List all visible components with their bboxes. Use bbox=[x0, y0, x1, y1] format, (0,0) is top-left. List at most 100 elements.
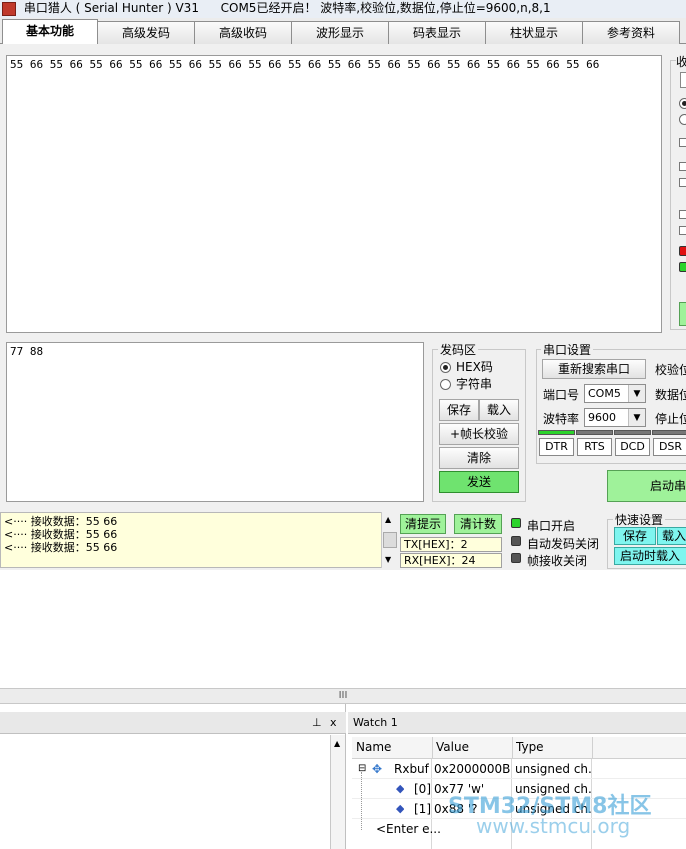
log-area[interactable]: <···· 接收数据：55 66 <···· 接收数据：55 66 <···· … bbox=[0, 512, 382, 568]
string-radio-label: 字符串 bbox=[456, 377, 493, 391]
rx-counter: RX[HEX]：24 bbox=[400, 553, 502, 568]
tab-bar-display[interactable]: 柱状显示 bbox=[485, 21, 583, 44]
receive-textarea[interactable]: 55 66 55 66 55 66 55 66 55 66 55 66 55 6… bbox=[6, 55, 662, 333]
rts-indicator bbox=[576, 430, 613, 435]
dsr-indicator bbox=[652, 430, 686, 435]
quick-settings-title: 快速设置 bbox=[613, 511, 666, 528]
tab-basic[interactable]: 基本功能 bbox=[2, 19, 98, 45]
load-on-start-button[interactable]: 启动时载入 bbox=[614, 547, 686, 565]
receive-checkbox-2[interactable] bbox=[679, 162, 686, 171]
baud-label: 波特率 bbox=[543, 412, 580, 426]
send-textarea[interactable]: 77 88 bbox=[6, 342, 424, 502]
dtr-button[interactable]: DTR bbox=[539, 438, 574, 456]
hex-radio-label: HEX码 bbox=[456, 360, 493, 374]
quick-load-button[interactable]: 载入 bbox=[657, 527, 686, 545]
pin-icon[interactable]: ⊥ bbox=[312, 712, 322, 734]
close-icon[interactable]: x bbox=[330, 712, 337, 734]
watch-grid-header: Name Value Type bbox=[352, 737, 686, 759]
element-icon: ◆ bbox=[396, 782, 405, 795]
string-radio-icon bbox=[440, 379, 451, 390]
watch-name: Rxbuf bbox=[394, 762, 429, 776]
clear-count-button[interactable]: 清计数 bbox=[454, 514, 502, 534]
green-led-icon bbox=[679, 262, 686, 272]
scroll-thumb[interactable] bbox=[383, 532, 397, 548]
tx-value: 2 bbox=[460, 538, 468, 551]
port-select[interactable]: COM5 ▼ bbox=[584, 384, 646, 403]
watch-name: [0] bbox=[414, 782, 431, 796]
clear-send-button[interactable]: 清除 bbox=[439, 447, 519, 469]
send-save-button[interactable]: 保存 bbox=[439, 399, 479, 421]
frame-recv-led-icon bbox=[511, 553, 521, 563]
rx-value: 24 bbox=[461, 554, 476, 567]
hex-radio[interactable]: HEX码 bbox=[440, 358, 493, 375]
title-bar: 串口猎人 ( Serial Hunter ) V31 COM5已经开启！ 波特率… bbox=[0, 0, 686, 18]
left-pane-scrollbar[interactable]: ▲ bbox=[330, 735, 345, 849]
receive-radio-1[interactable] bbox=[679, 96, 686, 110]
receive-checkbox-4[interactable] bbox=[679, 210, 686, 219]
chevron-down-icon: ▼ bbox=[628, 409, 645, 426]
log-scrollbar[interactable]: ▲ ▼ bbox=[381, 512, 397, 568]
auto-send-status: 自动发码关闭 bbox=[527, 537, 600, 551]
log-line: <···· 接收数据：55 66 bbox=[4, 541, 118, 554]
stopbits-label: 停止位 bbox=[655, 412, 686, 426]
port-select-value: COM5 bbox=[588, 387, 621, 400]
column-name[interactable]: Name bbox=[356, 738, 391, 756]
send-content: 77 88 bbox=[10, 345, 44, 358]
splitter-grip-icon: III bbox=[338, 690, 348, 701]
element-icon: ◆ bbox=[396, 802, 405, 815]
window-title: 串口猎人 ( Serial Hunter ) V31 bbox=[23, 1, 199, 15]
watch-title: Watch 1 bbox=[353, 716, 398, 729]
column-type[interactable]: Type bbox=[516, 738, 544, 756]
dcd-indicator bbox=[614, 430, 651, 435]
quick-save-button[interactable]: 保存 bbox=[614, 527, 656, 545]
receive-checkbox-5[interactable] bbox=[679, 226, 686, 235]
column-value[interactable]: Value bbox=[436, 738, 469, 756]
tab-advanced-send[interactable]: 高级发码 bbox=[97, 21, 195, 44]
tx-label: TX[HEX]： bbox=[404, 538, 461, 551]
watch-name: [1] bbox=[414, 802, 431, 816]
connection-status: COM5已经开启！ 波特率,校验位,数据位,停止位=9600,n,8,1 bbox=[220, 1, 551, 15]
tx-counter: TX[HEX]：2 bbox=[400, 537, 502, 552]
send-button[interactable]: 发送 bbox=[439, 471, 519, 493]
scroll-down-icon[interactable]: ▼ bbox=[385, 555, 391, 564]
clear-tips-button[interactable]: 清提示 bbox=[400, 514, 446, 534]
dcd-label: DCD bbox=[615, 438, 650, 456]
rx-label: RX[HEX]： bbox=[404, 554, 462, 567]
red-led-icon bbox=[679, 246, 686, 256]
watch-value[interactable]: 0x2000000B ... bbox=[434, 760, 510, 778]
dsr-label: DSR bbox=[653, 438, 686, 456]
receive-option-box[interactable] bbox=[680, 72, 686, 88]
watch-row[interactable]: ⊟ ✥ Rxbuf 0x2000000B ... unsigned ch... bbox=[352, 759, 686, 779]
left-pane-header: ⊥ x bbox=[0, 712, 346, 734]
collapse-icon[interactable]: ⊟ bbox=[358, 760, 366, 778]
receive-checkbox-1[interactable] bbox=[679, 138, 686, 147]
tab-reference[interactable]: 参考资料 bbox=[582, 21, 680, 44]
send-load-button[interactable]: 载入 bbox=[479, 399, 519, 421]
baud-select[interactable]: 9600 ▼ bbox=[584, 408, 646, 427]
app-icon bbox=[2, 2, 16, 16]
frame-check-button[interactable]: +帧长校验 bbox=[439, 423, 519, 445]
pane-splitter[interactable]: III bbox=[0, 688, 686, 704]
scroll-up-icon[interactable]: ▲ bbox=[334, 739, 340, 748]
string-radio[interactable]: 字符串 bbox=[440, 375, 492, 392]
receive-action-button[interactable] bbox=[679, 302, 686, 326]
receive-checkbox-3[interactable] bbox=[679, 178, 686, 187]
rts-button[interactable]: RTS bbox=[577, 438, 612, 456]
tab-code-table[interactable]: 码表显示 bbox=[388, 21, 486, 44]
rescan-ports-button[interactable]: 重新搜索串口 bbox=[542, 359, 646, 379]
databits-label: 数据位 bbox=[655, 388, 686, 402]
scroll-up-icon[interactable]: ▲ bbox=[385, 515, 391, 524]
struct-icon: ✥ bbox=[372, 762, 383, 776]
watch-enter-expression[interactable]: <Enter e... bbox=[376, 820, 441, 838]
port-label: 端口号 bbox=[543, 388, 580, 402]
chevron-down-icon: ▼ bbox=[628, 385, 645, 402]
tab-advanced-receive[interactable]: 高级收码 bbox=[194, 21, 292, 44]
tab-waveform[interactable]: 波形显示 bbox=[291, 21, 389, 44]
watermark-url: www.stmcu.org bbox=[476, 814, 631, 838]
hex-radio-icon bbox=[440, 362, 451, 373]
watch-type: unsigned ch... bbox=[515, 762, 591, 776]
baud-select-value: 9600 bbox=[588, 411, 616, 424]
parity-label: 校验位 bbox=[655, 363, 686, 377]
receive-radio-2[interactable] bbox=[679, 112, 686, 126]
start-port-button[interactable]: 启动串 bbox=[607, 470, 686, 502]
